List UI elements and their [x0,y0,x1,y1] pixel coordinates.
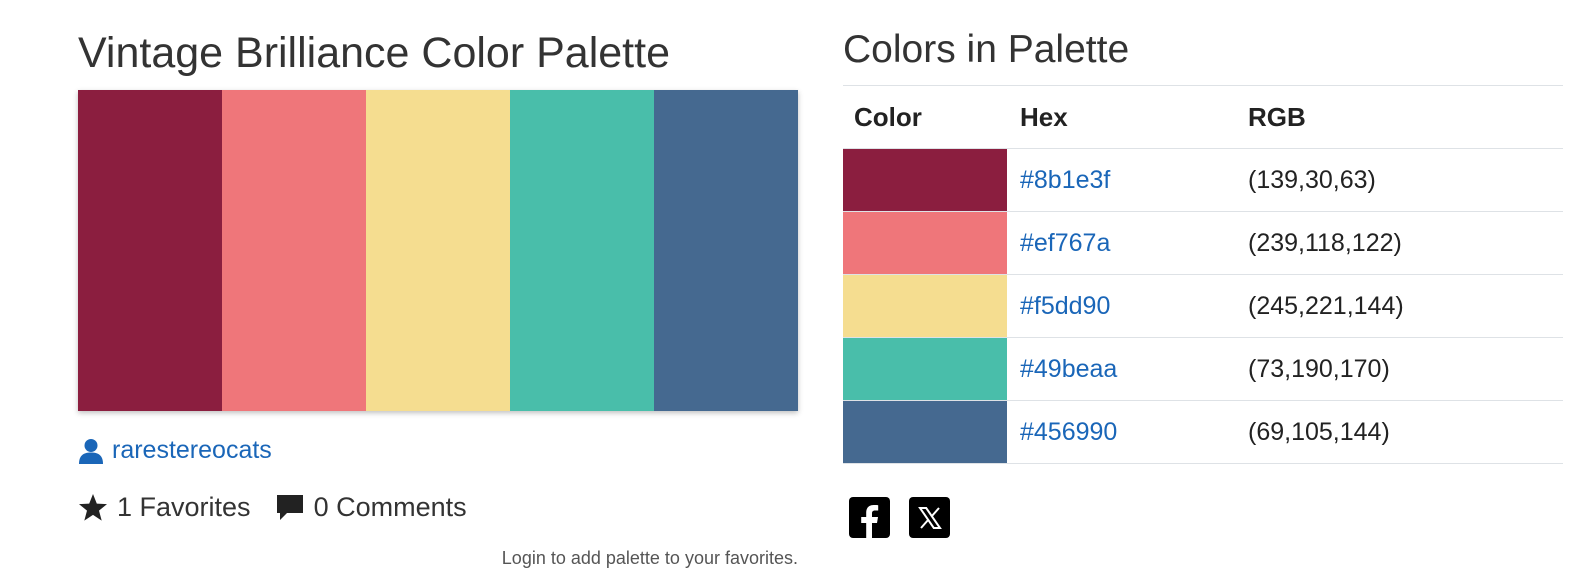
rgb-value: (69,105,144) [1248,417,1390,446]
author-link[interactable]: rarestereocats [78,436,272,465]
hex-link[interactable]: #8b1e3f [1007,149,1235,211]
palette-swatch[interactable] [222,90,366,411]
palette-swatch[interactable] [510,90,654,411]
header-rgb: RGB [1248,101,1306,132]
page-title: Vintage Brilliance Color Palette [78,29,670,77]
hex-link[interactable]: #f5dd90 [1007,275,1235,337]
color-swatch[interactable] [843,149,1007,211]
comment-icon [276,494,303,520]
colors-table: Color Hex RGB #8b1e3f (139,30,63) #ef767… [843,85,1563,464]
palette-strip[interactable] [78,90,798,411]
table-row: #456990 (69,105,144) [843,401,1563,464]
hex-link[interactable]: #ef767a [1007,212,1235,274]
table-header: Color Hex RGB [843,86,1563,149]
rgb-value: (139,30,63) [1248,165,1376,194]
rgb-value: (73,190,170) [1248,354,1390,383]
comments-stat[interactable]: 0 Comments [275,492,467,523]
favorites-stat[interactable]: 1 Favorites [78,492,251,523]
table-row: #ef767a (239,118,122) [843,212,1563,275]
table-row: #f5dd90 (245,221,144) [843,275,1563,338]
header-color: Color [854,101,922,132]
favorites-count: 1 Favorites [117,492,251,522]
color-swatch[interactable] [843,401,1007,463]
facebook-icon [861,505,879,538]
hex-link[interactable]: #49beaa [1007,338,1235,400]
table-row: #8b1e3f (139,30,63) [843,149,1563,212]
x-icon [917,506,942,529]
star-icon [79,494,107,521]
rgb-value: (245,221,144) [1248,291,1404,320]
author-name: rarestereocats [112,436,272,464]
section-title: Colors in Palette [843,28,1130,71]
x-share-button[interactable] [909,497,950,538]
palette-swatch[interactable] [78,90,222,411]
palette-swatch[interactable] [654,90,798,411]
user-icon [79,438,103,464]
facebook-share-button[interactable] [849,497,890,538]
color-swatch[interactable] [843,212,1007,274]
color-swatch[interactable] [843,275,1007,337]
hex-link[interactable]: #456990 [1007,401,1235,463]
stats-row: 1 Favorites 0 Comments [78,492,491,523]
rgb-value: (239,118,122) [1248,228,1402,257]
palette-swatch[interactable] [366,90,510,411]
table-row: #49beaa (73,190,170) [843,338,1563,401]
share-row [849,497,969,538]
color-swatch[interactable] [843,338,1007,400]
login-note: Login to add palette to your favorites. [501,548,798,568]
header-hex: Hex [1020,101,1068,132]
comments-count: 0 Comments [313,492,467,522]
